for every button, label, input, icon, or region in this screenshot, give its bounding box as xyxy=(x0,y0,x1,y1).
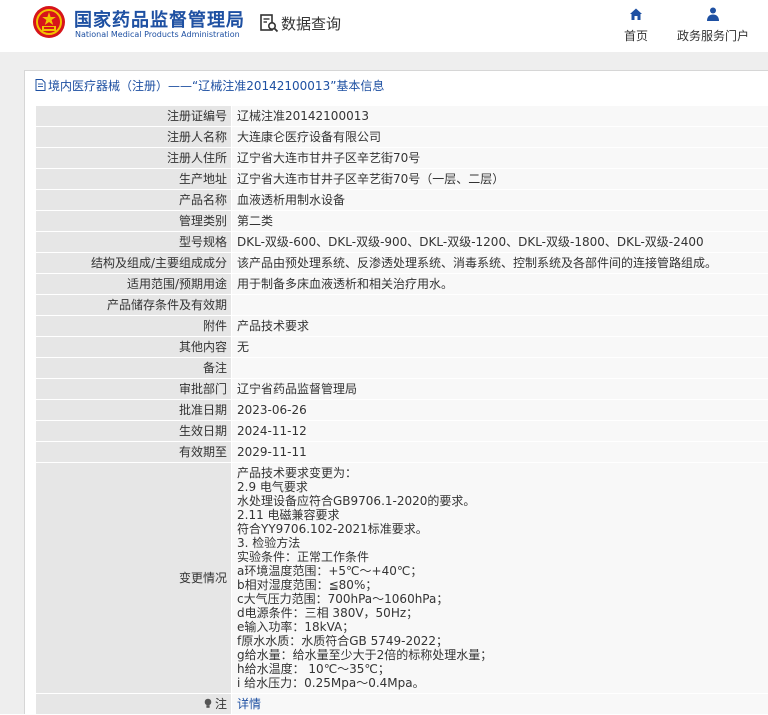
table-row: 注册人名称大连康仑医疗设备有限公司 xyxy=(36,127,768,148)
nav-gov-services[interactable]: 政务服务门户 xyxy=(676,6,750,44)
change-line: c大气压力范围：700hPa～1060hPa； xyxy=(237,592,763,606)
document-icon xyxy=(35,79,46,91)
field-value: 辽宁省药品监督管理局 xyxy=(232,379,768,400)
change-line: g给水量：给水量至少大于2倍的标称处理水量； xyxy=(237,648,763,662)
change-line: 产品技术要求变更为： xyxy=(237,466,763,480)
table-row: 产品储存条件及有效期 xyxy=(36,295,768,316)
home-icon xyxy=(628,6,644,22)
bulb-icon xyxy=(203,698,213,709)
search-document-icon xyxy=(259,13,279,33)
details-link[interactable]: 详情 xyxy=(237,697,261,711)
table-row: 生效日期2024-11-12 xyxy=(36,421,768,442)
field-value: 2024-11-12 xyxy=(232,421,768,442)
nav-home-label: 首页 xyxy=(606,27,666,44)
field-label: 产品名称 xyxy=(36,190,232,211)
table-row: 备注 xyxy=(36,358,768,379)
field-value: 无 xyxy=(232,337,768,358)
change-label: 变更情况 xyxy=(36,463,232,694)
field-value: 2029-11-11 xyxy=(232,442,768,463)
breadcrumb-text: 境内医疗器械（注册）——“辽械注准20142100013”基本信息 xyxy=(48,77,384,94)
change-line: 水处理设备应符合GB9706.1-2020的要求。 xyxy=(237,494,763,508)
field-label: 结构及组成/主要组成成分 xyxy=(36,253,232,274)
note-value: 详情 xyxy=(232,694,768,715)
field-label: 注册证编号 xyxy=(36,106,232,127)
table-row: 注册证编号辽械注准20142100013 xyxy=(36,106,768,127)
change-lines: 产品技术要求变更为：2.9 电气要求水处理设备应符合GB9706.1-2020的… xyxy=(237,466,763,690)
change-content: 产品技术要求变更为：2.9 电气要求水处理设备应符合GB9706.1-2020的… xyxy=(232,463,768,694)
detail-panel: 境内医疗器械（注册）——“辽械注准20142100013”基本信息 注册证编号辽… xyxy=(24,70,768,714)
change-line: 3. 检验方法 xyxy=(237,536,763,550)
nav-gov-label: 政务服务门户 xyxy=(676,27,750,44)
table-row: 有效期至2029-11-11 xyxy=(36,442,768,463)
table-row: 注册人住所辽宁省大连市甘井子区辛艺街70号 xyxy=(36,148,768,169)
table-row: 适用范围/预期用途用于制备多床血液透析和相关治疗用水。 xyxy=(36,274,768,295)
table-row: 生产地址辽宁省大连市甘井子区辛艺街70号（一层、二层） xyxy=(36,169,768,190)
change-line: 实验条件：正常工作条件 xyxy=(237,550,763,564)
field-value: 辽宁省大连市甘井子区辛艺街70号 xyxy=(232,148,768,169)
table-row-note: 注 详情 xyxy=(36,694,768,715)
field-value: 该产品由预处理系统、反渗透处理系统、消毒系统、控制系统及各部件间的连接管路组成。 xyxy=(232,253,768,274)
breadcrumb: 境内医疗器械（注册）——“辽械注准20142100013”基本信息 xyxy=(35,76,384,94)
field-label: 管理类别 xyxy=(36,211,232,232)
field-value: 产品技术要求 xyxy=(232,316,768,337)
field-value: 辽宁省大连市甘井子区辛艺街70号（一层、二层） xyxy=(232,169,768,190)
change-line: 2.9 电气要求 xyxy=(237,480,763,494)
change-line: 2.11 电磁兼容要求 xyxy=(237,508,763,522)
table-row: 产品名称血液透析用制水设备 xyxy=(36,190,768,211)
note-label-cell: 注 xyxy=(36,694,232,715)
table-row-change: 变更情况 产品技术要求变更为：2.9 电气要求水处理设备应符合GB9706.1-… xyxy=(36,463,768,694)
table-row: 型号规格DKL-双级-600、DKL-双级-900、DKL-双级-1200、DK… xyxy=(36,232,768,253)
change-line: b相对湿度范围：≦80%； xyxy=(237,578,763,592)
field-value xyxy=(232,295,768,316)
field-value: 第二类 xyxy=(232,211,768,232)
field-value: 大连康仑医疗设备有限公司 xyxy=(232,127,768,148)
field-value: DKL-双级-600、DKL-双级-900、DKL-双级-1200、DKL-双级… xyxy=(232,232,768,253)
table-row: 附件产品技术要求 xyxy=(36,316,768,337)
site-header: 国家药品监督管理局 National Medical Products Admi… xyxy=(0,0,768,48)
data-query-link[interactable]: 数据查询 xyxy=(259,12,341,34)
field-value: 用于制备多床血液透析和相关治疗用水。 xyxy=(232,274,768,295)
table-row: 审批部门辽宁省药品监督管理局 xyxy=(36,379,768,400)
field-label: 有效期至 xyxy=(36,442,232,463)
field-value xyxy=(232,358,768,379)
change-line: f原水水质：水质符合GB 5749-2022； xyxy=(237,634,763,648)
field-label: 附件 xyxy=(36,316,232,337)
change-line: h给水温度： 10℃～35℃； xyxy=(237,662,763,676)
note-label: 注 xyxy=(215,697,227,711)
field-label: 审批部门 xyxy=(36,379,232,400)
field-value: 2023-06-26 xyxy=(232,400,768,421)
field-label: 批准日期 xyxy=(36,400,232,421)
change-line: i 给水压力：0.25Mpa～0.4Mpa。 xyxy=(237,676,763,690)
change-line: d电源条件：三相 380V，50Hz； xyxy=(237,606,763,620)
field-label: 型号规格 xyxy=(36,232,232,253)
org-name-en[interactable]: National Medical Products Administration xyxy=(75,30,240,39)
table-row: 结构及组成/主要组成成分该产品由预处理系统、反渗透处理系统、消毒系统、控制系统及… xyxy=(36,253,768,274)
data-query-label: 数据查询 xyxy=(281,13,341,34)
field-value: 辽械注准20142100013 xyxy=(232,106,768,127)
change-line: e输入功率：18kVA； xyxy=(237,620,763,634)
table-row: 批准日期2023-06-26 xyxy=(36,400,768,421)
field-value: 血液透析用制水设备 xyxy=(232,190,768,211)
table-row: 其他内容无 xyxy=(36,337,768,358)
registration-info-table: 注册证编号辽械注准20142100013 注册人名称大连康仑医疗设备有限公司 注… xyxy=(35,105,768,715)
org-name-cn[interactable]: 国家药品监督管理局 xyxy=(74,6,245,32)
change-line: 符合YY9706.102-2021标准要求。 xyxy=(237,522,763,536)
field-label: 生产地址 xyxy=(36,169,232,190)
change-line: a环境温度范围：+5℃～+40℃； xyxy=(237,564,763,578)
field-label: 生效日期 xyxy=(36,421,232,442)
table-row: 管理类别第二类 xyxy=(36,211,768,232)
field-label: 适用范围/预期用途 xyxy=(36,274,232,295)
field-label: 其他内容 xyxy=(36,337,232,358)
user-icon xyxy=(705,6,721,22)
field-label: 备注 xyxy=(36,358,232,379)
field-label: 注册人名称 xyxy=(36,127,232,148)
national-emblem-icon xyxy=(32,5,66,39)
field-label: 注册人住所 xyxy=(36,148,232,169)
nav-home[interactable]: 首页 xyxy=(606,6,666,44)
field-label: 产品储存条件及有效期 xyxy=(36,295,232,316)
